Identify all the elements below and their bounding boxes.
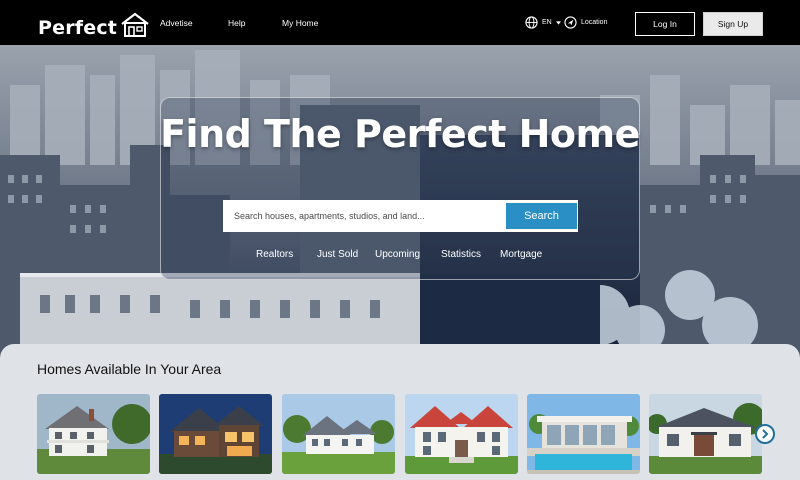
home-photo <box>282 394 395 474</box>
top-navbar: Perfect Advetise Help My Home EN Locatio… <box>0 0 800 45</box>
signup-button[interactable]: Sign Up <box>703 12 763 36</box>
globe-icon <box>525 16 538 29</box>
homes-section: Homes Available In Your Area <box>0 344 800 480</box>
hero-title: Find The Perfect Home <box>160 112 640 156</box>
home-photo <box>527 394 640 474</box>
hero-banner: Find The Perfect Home Search Realtors Ju… <box>0 45 800 355</box>
search-input[interactable] <box>224 201 505 231</box>
section-title: Homes Available In Your Area <box>37 361 222 377</box>
chevron-right-icon <box>762 429 769 439</box>
nav-help[interactable]: Help <box>228 18 245 28</box>
quick-link-mortgage[interactable]: Mortgage <box>500 249 542 260</box>
language-label: EN <box>542 19 552 26</box>
home-card[interactable] <box>405 394 518 474</box>
home-photo <box>649 394 762 474</box>
navigation-arrow-icon <box>564 16 577 29</box>
location-label: Location <box>581 19 608 26</box>
nav-advertise[interactable]: Advetise <box>160 18 193 28</box>
nav-my-home[interactable]: My Home <box>282 18 318 28</box>
site-logo[interactable]: Perfect <box>38 10 150 38</box>
quick-link-upcoming[interactable]: Upcoming <box>375 249 420 260</box>
logo-text: Perfect <box>38 17 118 39</box>
location-selector[interactable]: Location <box>564 16 607 29</box>
home-card[interactable] <box>649 394 762 474</box>
login-button[interactable]: Log In <box>635 12 695 36</box>
home-photo <box>159 394 272 474</box>
home-photo <box>405 394 518 474</box>
caret-down-icon <box>555 20 561 25</box>
home-card[interactable] <box>37 394 150 474</box>
quick-link-realtors[interactable]: Realtors <box>256 249 293 260</box>
quick-link-just-sold[interactable]: Just Sold <box>317 249 358 260</box>
home-card[interactable] <box>527 394 640 474</box>
home-photo <box>37 394 150 474</box>
language-selector[interactable]: EN <box>525 16 561 29</box>
house-logo-icon <box>121 12 149 37</box>
search-bar: Search <box>223 200 578 232</box>
home-card[interactable] <box>282 394 395 474</box>
search-button[interactable]: Search <box>506 203 577 229</box>
quick-link-statistics[interactable]: Statistics <box>441 249 481 260</box>
next-arrow-button[interactable] <box>755 424 775 444</box>
home-card[interactable] <box>159 394 272 474</box>
